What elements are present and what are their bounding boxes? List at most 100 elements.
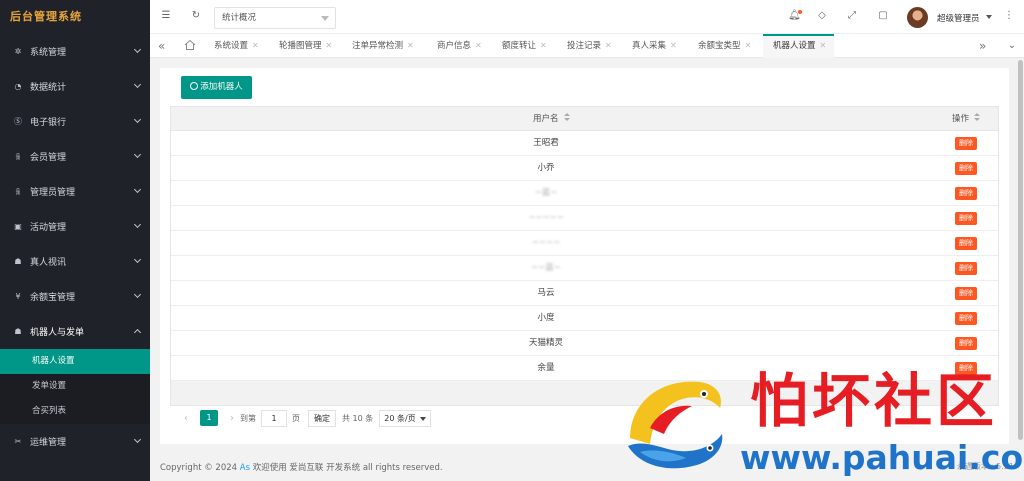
tab-label: 注单异常检测 [352,41,404,51]
tabs-menu-icon[interactable]: ⌄ [1006,40,1018,52]
chevron-down-icon [133,255,142,264]
column-actions[interactable]: 操作 [952,107,981,131]
tab-6[interactable]: 投注记录 ✕ [567,34,612,58]
chevron-down-icon [133,435,142,444]
refresh-icon[interactable]: ↻ [190,10,202,22]
close-icon[interactable]: ✕ [605,41,612,50]
page-size-select[interactable]: 20 条/页 [379,409,431,427]
footer-link[interactable]: As [240,463,250,473]
top-header: ☰ ↻ 统计概况 🔔︎ ◇ ⤢ ▢ 超级管理员 ⋮ [150,0,1024,34]
table-row: ~~~~ 删除 [171,231,998,256]
menu-toggle-icon[interactable]: ☰ [160,10,172,22]
user-caret-icon[interactable] [986,15,992,19]
tabs-left-icon[interactable]: « [158,39,165,53]
table-row: ~~蓝~ 删除 [171,256,998,281]
table-row: ~~~~~ 删除 [171,206,998,231]
watermark-text: 怕坏社区 [750,367,999,435]
tab-7[interactable]: 真人采集 ✕ [632,34,677,58]
submenu-item-3[interactable]: 合买列表 [0,399,150,424]
delete-button[interactable]: 删除 [955,187,977,200]
delete-button[interactable]: 删除 [955,162,977,175]
submenu-item-2[interactable]: 发单设置 [0,374,150,399]
chevron-down-icon [133,115,142,124]
gift-icon: ▣ [14,222,22,231]
watermark-fish-logo [628,381,723,469]
tab-4[interactable]: 商户信息 ✕ [437,34,482,58]
person-icon: ☗ [14,327,22,336]
table-row: 马云 删除 [171,281,998,306]
tab-5[interactable]: 额度转让 ✕ [502,34,547,58]
submenu-item-1[interactable]: 机器人设置 [0,349,150,374]
delete-button[interactable]: 删除 [955,337,977,350]
tabs-right-icon[interactable]: » [979,39,986,53]
delete-button[interactable]: 删除 [955,137,977,150]
row-username: 小度 [537,313,555,323]
sort-icon[interactable] [563,113,570,122]
delete-button[interactable]: 删除 [955,237,977,250]
sidebar-item-ops[interactable]: ✂ 运维管理 [0,424,150,459]
sidebar-item-4[interactable]: ꆜ 会员管理 [0,139,150,174]
close-icon[interactable]: ✕ [820,41,827,50]
overview-select[interactable]: 统计概况 [214,7,336,29]
tag-icon[interactable]: ◇ [816,10,828,22]
delete-button[interactable]: 删除 [955,312,977,325]
delete-button[interactable]: 删除 [955,287,977,300]
username[interactable]: 超级管理员 [937,12,980,24]
total-count: 共 10 条 [342,413,374,423]
more-icon[interactable]: ⋮ [1003,10,1015,22]
lock-icon[interactable]: ▢ [877,10,889,22]
goto-prefix: 到第 [240,413,256,423]
notification-dot [798,10,802,14]
close-icon[interactable]: ✕ [670,41,677,50]
robot-table: 用户名 操作 王昭君 删除 小乔 删除 ~蓝~ 删除 ~~~~~ 删除 ~~~~ 删除 ~~蓝~ 删除… [170,106,999,406]
avatar[interactable] [907,7,928,28]
tab-9[interactable]: 机器人设置 ✕ [763,34,835,58]
chevron-down-icon [133,185,142,194]
chevron-down-icon [321,16,329,21]
sidebar-item-label: 数据统计 [30,83,67,93]
row-username: 王昭君 [533,138,559,148]
tab-bar: « 系统设置 ✕ 轮播图管理 ✕ 注单异常检测 ✕ 商户信息 ✕ 额度转让 ✕ 投注记录 ✕ 真人采集 ✕… [150,34,1024,58]
sidebar-item-3[interactable]: Ⓢ 电子银行 [0,104,150,139]
close-icon[interactable]: ✕ [540,41,547,50]
sort-icon[interactable] [974,113,981,122]
tab-3[interactable]: 注单异常检测 ✕ [352,34,414,58]
close-icon[interactable]: ✕ [326,41,333,50]
close-icon[interactable]: ✕ [745,41,752,50]
tab-1[interactable]: 系统设置 ✕ [214,34,259,58]
sidebar-item-2[interactable]: ◔ 数据统计 [0,69,150,104]
close-icon[interactable]: ✕ [407,41,414,50]
sidebar-item-5[interactable]: ꆜ 管理员管理 [0,174,150,209]
confirm-page-button[interactable]: 确定 [308,409,336,427]
sidebar-item-9[interactable]: ☗ 机器人与发单 [0,314,150,349]
sidebar-item-label: 运维管理 [30,438,67,448]
tab-8[interactable]: 余额宝类型 ✕ [698,34,751,58]
sidebar-item-label: 管理员管理 [30,188,76,198]
next-page-icon[interactable]: › [224,413,240,424]
add-robot-button[interactable]: 添加机器人 [181,76,252,99]
sidebar-item-8[interactable]: ¥ 余额宝管理 [0,279,150,314]
delete-button[interactable]: 删除 [955,262,977,275]
prev-page-icon[interactable]: ‹ [178,413,194,424]
row-username: 小乔 [537,163,555,173]
goto-page-input[interactable]: 1 [261,409,287,427]
delete-button[interactable]: 删除 [955,212,977,225]
sidebar-item-6[interactable]: ▣ 活动管理 [0,209,150,244]
watermark-url: www.pahuai.com [740,438,1024,477]
table-row: ~蓝~ 删除 [171,181,998,206]
close-icon[interactable]: ✕ [252,41,259,50]
sidebar-item-label: 系统管理 [30,48,67,58]
sidebar-menu: ✲ 系统管理 ◔ 数据统计 Ⓢ 电子银行 ꆜ 会员管理 ꆜ 管理员管理 ▣ 活动管理 ☗ 真人视讯 ¥ 余额宝… [0,34,150,459]
sidebar-item-label: 机器人与发单 [30,328,85,338]
close-icon[interactable]: ✕ [475,41,482,50]
sidebar-item-1[interactable]: ✲ 系统管理 [0,34,150,69]
tab-label: 轮播图管理 [279,41,322,51]
column-username[interactable]: 用户名 [533,107,570,131]
fullscreen-icon[interactable]: ⤢ [846,10,858,22]
tab-2[interactable]: 轮播图管理 ✕ [279,34,332,58]
home-icon[interactable] [184,39,196,51]
current-page[interactable]: 1 [200,410,218,426]
row-username: ~蓝~ [534,188,558,198]
group-icon: ☗ [14,257,22,266]
sidebar-item-7[interactable]: ☗ 真人视讯 [0,244,150,279]
